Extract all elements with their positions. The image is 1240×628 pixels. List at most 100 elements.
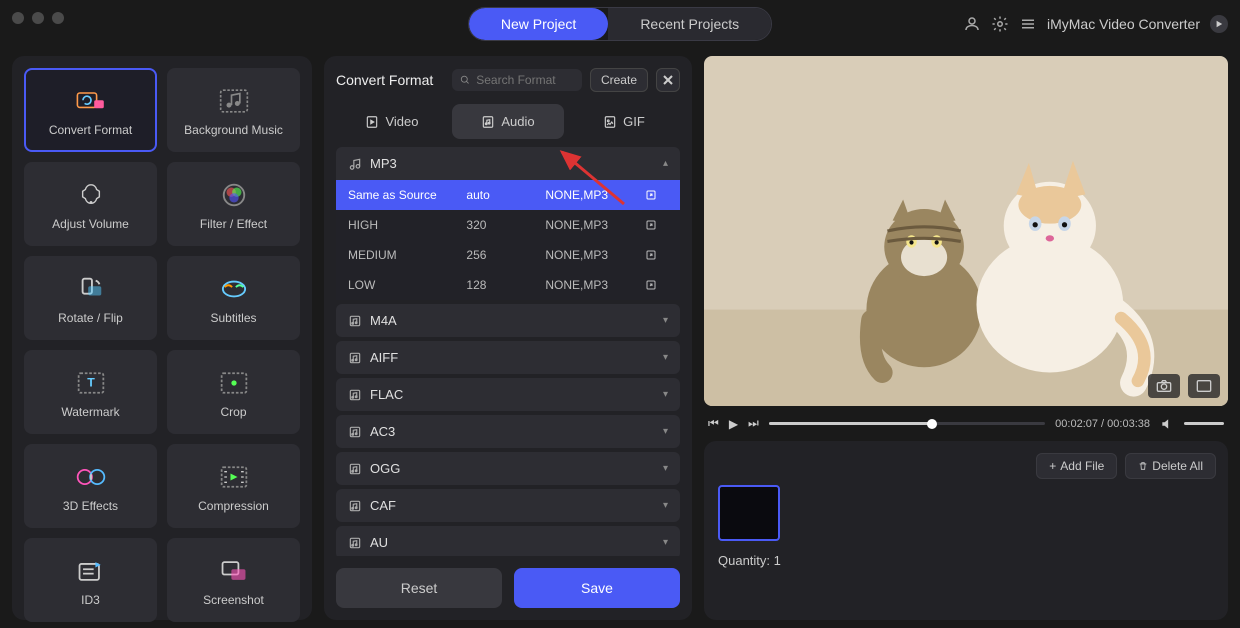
format-header-au[interactable]: AU▾	[336, 526, 680, 556]
app-title: iMyMac Video Converter	[1047, 16, 1200, 32]
quality-row[interactable]: LOW128NONE,MP3	[336, 270, 680, 300]
export-icon[interactable]	[644, 188, 658, 202]
quality-list: Same as SourceautoNONE,MP3HIGH320NONE,MP…	[336, 180, 680, 300]
search-format-input[interactable]	[476, 73, 574, 87]
format-header-ac3[interactable]: AC3▾	[336, 415, 680, 448]
tool-screenshot[interactable]: Screenshot	[167, 538, 300, 622]
chevron-down-icon: ▾	[663, 389, 668, 400]
chevron-down-icon: ▾	[663, 500, 668, 511]
svg-text:T: T	[87, 376, 95, 390]
tool-crop[interactable]: Crop	[167, 350, 300, 434]
user-icon[interactable]	[963, 15, 981, 33]
format-group-flac: FLAC ▾	[336, 378, 680, 411]
tool-label: Compression	[198, 499, 269, 513]
tool-volume[interactable]: Adjust Volume	[24, 162, 157, 246]
format-name: FLAC	[370, 387, 403, 402]
tool-rotate[interactable]: Rotate / Flip	[24, 256, 157, 340]
format-header-ogg[interactable]: OGG ▾	[336, 452, 680, 485]
settings-icon[interactable]	[991, 15, 1009, 33]
gif-file-icon	[603, 115, 617, 129]
volume-icon	[75, 181, 107, 209]
file-thumbnail[interactable]	[718, 485, 780, 541]
tool-compress[interactable]: Compression	[167, 444, 300, 528]
format-group-ac3: AC3▾	[336, 415, 680, 448]
tab-gif[interactable]: GIF	[568, 104, 680, 139]
format-name: AU	[370, 535, 388, 550]
tab-recent-projects[interactable]: Recent Projects	[608, 8, 771, 40]
reset-button[interactable]: Reset	[336, 568, 502, 608]
player-controls: ⏮ ▶ ⏭ 00:02:07 / 00:03:38	[704, 416, 1228, 431]
prev-button[interactable]: ⏮	[708, 416, 719, 431]
save-button[interactable]: Save	[514, 568, 680, 608]
menu-icon[interactable]	[1019, 15, 1037, 33]
header-right: iMyMac Video Converter	[963, 15, 1228, 33]
audio-file-icon	[481, 115, 495, 129]
tab-new-project[interactable]: New Project	[469, 8, 608, 40]
next-button[interactable]: ⏭	[748, 416, 759, 431]
chevron-up-icon: ▴	[663, 158, 668, 169]
close-panel-button[interactable]	[656, 68, 680, 92]
format-header-caf[interactable]: CAF▾	[336, 489, 680, 522]
tool-convert[interactable]: Convert Format	[24, 68, 157, 152]
format-header-aiff[interactable]: AIFF▾	[336, 341, 680, 374]
tab-audio[interactable]: Audio	[452, 104, 564, 139]
tool-filter[interactable]: Filter / Effect	[167, 162, 300, 246]
format-header-mp3[interactable]: MP3 ▴	[336, 147, 680, 180]
chevron-down-icon: ▾	[663, 426, 668, 437]
screenshot-icon	[218, 557, 250, 585]
fullscreen-button[interactable]	[1188, 374, 1220, 398]
tool-label: Convert Format	[49, 123, 132, 137]
tool-3d[interactable]: 3D Effects	[24, 444, 157, 528]
chevron-down-icon: ▾	[663, 352, 668, 363]
compress-icon	[218, 463, 250, 491]
tool-music[interactable]: Background Music	[167, 68, 300, 152]
snapshot-button[interactable]	[1148, 374, 1180, 398]
trash-icon	[1138, 461, 1148, 471]
video-preview[interactable]	[704, 56, 1228, 406]
quality-row[interactable]: MEDIUM256NONE,MP3	[336, 240, 680, 270]
tab-audio-label: Audio	[501, 114, 534, 129]
format-name: MP3	[370, 156, 397, 171]
tool-id3[interactable]: ID3	[24, 538, 157, 622]
top-bar: New Project Recent Projects iMyMac Video…	[0, 0, 1240, 48]
tool-subtitles[interactable]: Subtitles	[167, 256, 300, 340]
quality-row[interactable]: Same as SourceautoNONE,MP3	[336, 180, 680, 210]
export-icon[interactable]	[644, 248, 658, 262]
format-accordion[interactable]: MP3 ▴ Same as SourceautoNONE,MP3HIGH320NON…	[336, 147, 680, 556]
quality-label: MEDIUM	[348, 248, 466, 262]
fullscreen-icon	[1196, 379, 1212, 393]
tool-label: Filter / Effect	[200, 217, 267, 231]
format-name: OGG	[370, 461, 400, 476]
format-header-m4a[interactable]: M4A▾	[336, 304, 680, 337]
export-icon[interactable]	[644, 278, 658, 292]
quality-codec: NONE,MP3	[545, 188, 644, 202]
search-format[interactable]	[452, 69, 582, 91]
format-header-flac[interactable]: FLAC ▾	[336, 378, 680, 411]
seek-bar[interactable]	[769, 422, 1045, 425]
subtitles-icon	[218, 275, 250, 303]
seek-thumb[interactable]	[927, 419, 937, 429]
format-group-aiff: AIFF▾	[336, 341, 680, 374]
convert-icon	[75, 87, 107, 115]
tool-label: Screenshot	[203, 593, 264, 607]
delete-all-button[interactable]: Delete All	[1125, 453, 1216, 479]
export-icon[interactable]	[644, 218, 658, 232]
quality-row[interactable]: HIGH320NONE,MP3	[336, 210, 680, 240]
project-tabs: New Project Recent Projects	[468, 7, 772, 41]
volume-icon[interactable]	[1160, 417, 1174, 431]
volume-slider[interactable]	[1184, 422, 1224, 425]
add-file-button[interactable]: + Add File	[1036, 453, 1117, 479]
quality-label: HIGH	[348, 218, 466, 232]
plus-icon: +	[1049, 459, 1056, 473]
tab-video[interactable]: Video	[336, 104, 448, 139]
create-button[interactable]: Create	[590, 68, 648, 92]
chevron-down-icon: ▾	[663, 463, 668, 474]
play-button[interactable]: ▶	[729, 417, 738, 431]
tool-label: 3D Effects	[63, 499, 118, 513]
app-play-icon[interactable]	[1210, 15, 1228, 33]
tool-watermark[interactable]: T Watermark	[24, 350, 157, 434]
tool-label: Watermark	[61, 405, 119, 419]
format-name: M4A	[370, 313, 397, 328]
preview-overlay	[1148, 374, 1220, 398]
tool-label: Rotate / Flip	[58, 311, 123, 325]
